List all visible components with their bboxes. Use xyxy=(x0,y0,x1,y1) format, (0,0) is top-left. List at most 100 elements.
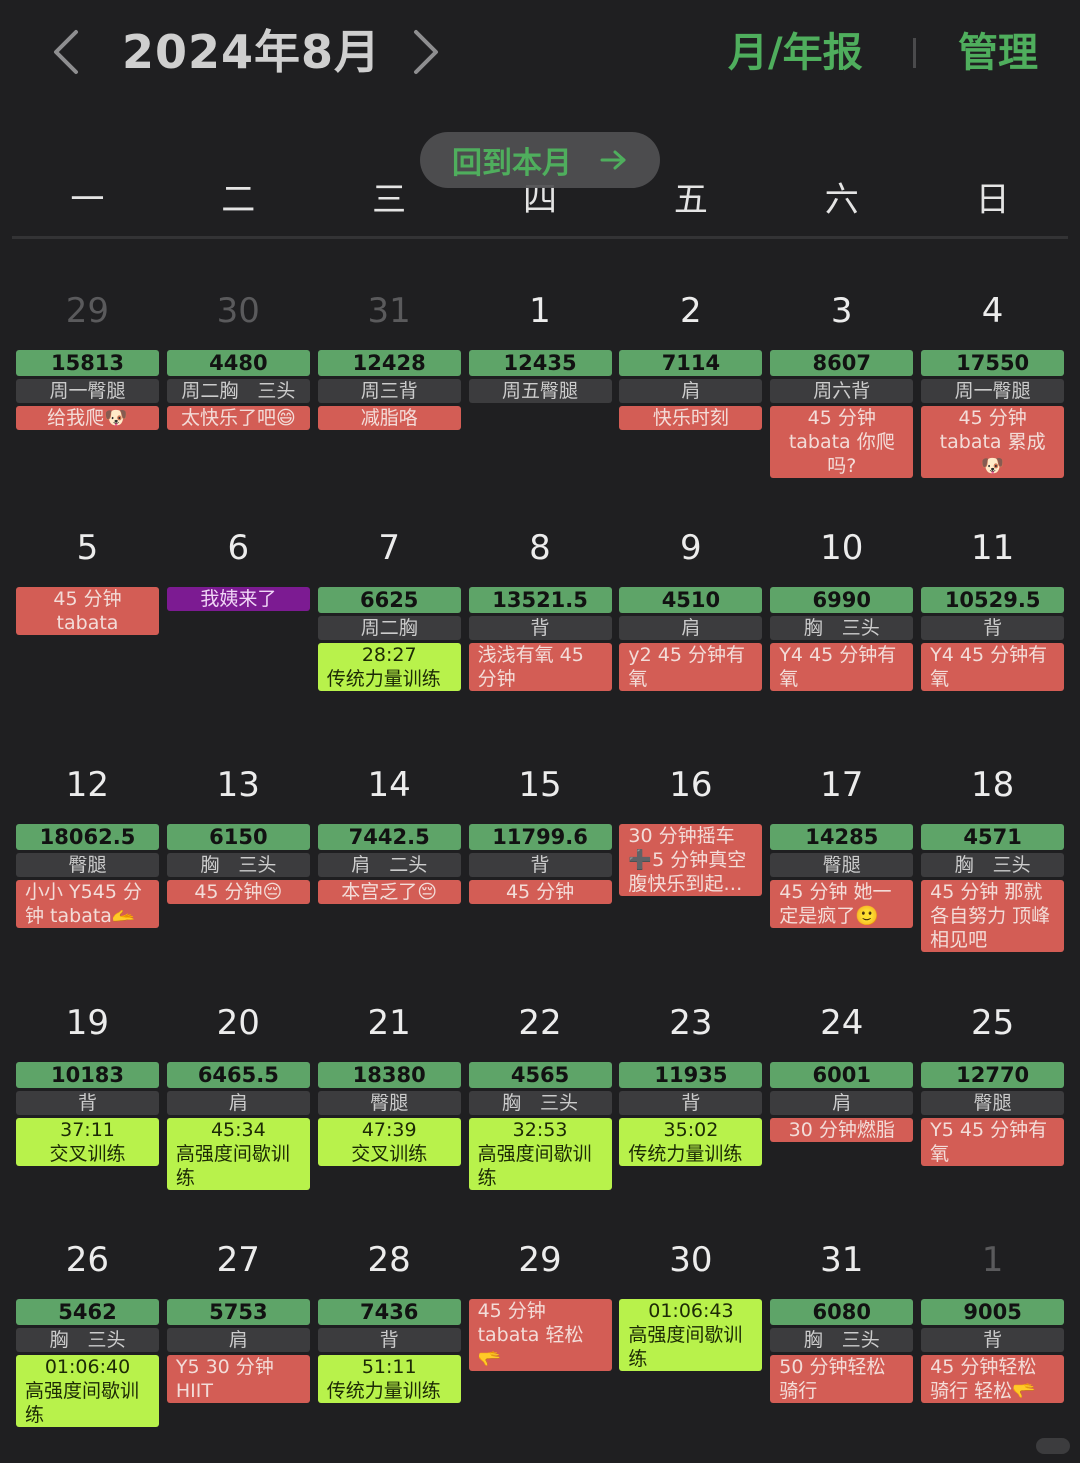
workout-session-bar: 01:06:43 高强度间歇训练 xyxy=(619,1298,763,1371)
step-count-bar: 4565 xyxy=(468,1061,612,1088)
workout-tag: 背 xyxy=(619,1090,763,1115)
day-number: 30 xyxy=(669,1239,713,1280)
session-duration: 47:39 xyxy=(361,1118,417,1141)
previous-month-button[interactable] xyxy=(40,22,90,82)
step-count-bar: 6080 xyxy=(770,1298,914,1325)
day-cell[interactable]: 14 7442.5 肩 二头 本宫乏了😔 xyxy=(314,748,465,985)
day-entries: 17550 周一臀腿 45 分钟 tabata 累成🐶 xyxy=(921,350,1065,478)
day-cell[interactable]: 21 18380 臀腿 47:39 交叉训练 xyxy=(314,986,465,1223)
calendar-header: 2024年8月 月/年报 管理 xyxy=(0,0,1080,110)
day-entries: 6001 肩 30 分钟燃脂 xyxy=(770,1061,914,1142)
day-cell[interactable]: 6 我姨来了 xyxy=(163,511,314,748)
step-count-bar: 13521.5 xyxy=(468,587,612,614)
step-count-bar: 7114 xyxy=(619,350,763,376)
session-duration: 35:02 xyxy=(663,1118,719,1141)
day-cell[interactable]: 29 15813 周一臀腿 给我爬🐶 xyxy=(12,274,163,511)
day-cell[interactable]: 7 6625 周二胸 28:27 传统力量训练 xyxy=(314,511,465,748)
day-cell[interactable]: 19 10183 背 37:11 交叉训练 xyxy=(12,986,163,1223)
day-cell[interactable]: 24 6001 肩 30 分钟燃脂 xyxy=(766,986,917,1223)
header-divider xyxy=(913,38,916,68)
step-count-bar: 11799.6 xyxy=(468,824,612,851)
workout-tag: 臀腿 xyxy=(317,1090,461,1115)
day-number: 23 xyxy=(669,1002,713,1043)
day-number: 25 xyxy=(970,1002,1015,1043)
day-number: 17 xyxy=(820,765,864,806)
session-type: 高强度间歇训练 xyxy=(25,1379,140,1426)
workout-tag: 肩 xyxy=(619,616,763,641)
day-entries: 4510 肩 y2 45 分钟有氧 xyxy=(619,587,763,692)
note-bar: 30 分钟摇车➕5 分钟真空腹快乐到起… xyxy=(619,824,763,897)
day-number: 20 xyxy=(216,1002,260,1043)
note-bar: 45 分钟 tabata xyxy=(16,587,159,636)
workout-session-bar: 51:11 传统力量训练 xyxy=(317,1354,461,1403)
day-cell[interactable]: 20 6465.5 肩 45:34 高强度间歇训练 xyxy=(163,986,314,1223)
session-duration: 01:06:43 xyxy=(648,1299,734,1322)
day-cell[interactable]: 5 45 分钟 tabata xyxy=(12,511,163,748)
day-entries: 11935 背 35:02 传统力量训练 xyxy=(619,1061,763,1166)
day-cell[interactable]: 16 30 分钟摇车➕5 分钟真空腹快乐到起… xyxy=(615,748,766,985)
step-count-bar: 4510 xyxy=(619,587,763,614)
day-cell[interactable]: 8 13521.5 背浅浅有氧 45 分钟 xyxy=(465,511,616,748)
note-bar: 30 分钟燃脂 xyxy=(770,1117,914,1142)
day-number: 16 xyxy=(669,765,713,806)
day-number: 28 xyxy=(367,1239,411,1280)
day-cell[interactable]: 9 4510 肩 y2 45 分钟有氧 xyxy=(615,511,766,748)
day-entries: 01:06:43 高强度间歇训练 xyxy=(619,1298,763,1371)
day-cell[interactable]: 30 01:06:43 高强度间歇训练 xyxy=(615,1223,766,1460)
day-cell[interactable]: 27 5753 肩 Y5 30 分钟 HIIT xyxy=(163,1223,314,1460)
month-year-report-link[interactable]: 月/年报 xyxy=(728,26,863,80)
day-cell[interactable]: 1 12435 周五臀腿 xyxy=(465,274,616,511)
day-cell[interactable]: 3 8607 周六背 45 分钟 tabata 你爬吗? xyxy=(766,274,917,511)
manage-link[interactable]: 管理 xyxy=(958,26,1038,80)
day-cell[interactable]: 15 11799.6 背 45 分钟 xyxy=(465,748,616,985)
step-count-bar: 10529.5 xyxy=(921,587,1065,614)
day-cell[interactable]: 4 17550 周一臀腿 45 分钟 tabata 累成🐶 xyxy=(917,274,1068,511)
workout-tag: 背 xyxy=(921,1327,1065,1352)
session-type: 传统力量训练 xyxy=(628,1142,743,1165)
note-bar: Y5 45 分钟有氧 xyxy=(921,1117,1065,1166)
day-cell[interactable]: 2 7114 肩快乐时刻 xyxy=(615,274,766,511)
step-count-bar: 7436 xyxy=(317,1298,461,1325)
day-number: 14 xyxy=(367,765,411,806)
workout-tag: 肩 xyxy=(166,1327,310,1352)
day-entries: 12428 周三背 减脂咯 xyxy=(317,350,461,430)
step-count-bar: 7442.5 xyxy=(317,824,461,851)
workout-tag: 臀腿 xyxy=(770,853,914,878)
workout-session-bar: 32:53 高强度间歇训练 xyxy=(468,1117,612,1190)
step-count-bar: 6001 xyxy=(770,1061,914,1088)
day-cell[interactable]: 30 4480 周二胸 三头 太快乐了吧😄 xyxy=(163,274,314,511)
chevron-left-icon xyxy=(54,30,78,74)
day-cell[interactable]: 18 4571 胸 三头 45 分钟 那就各自努力 顶峰相见吧 xyxy=(917,748,1068,985)
session-duration: 32:53 xyxy=(512,1118,568,1141)
session-type: 交叉训练 xyxy=(49,1142,126,1165)
next-month-button[interactable] xyxy=(402,22,452,82)
day-cell[interactable]: 26 5462 胸 三头 01:06:40 高强度间歇训练 xyxy=(12,1223,163,1460)
day-cell[interactable]: 31 12428 周三背 减脂咯 xyxy=(314,274,465,511)
day-cell[interactable]: 23 11935 背 35:02 传统力量训练 xyxy=(615,986,766,1223)
day-cell[interactable]: 31 6080 胸 三头 50 分钟轻松骑行 xyxy=(766,1223,917,1460)
back-to-current-month-label: 回到本月 xyxy=(452,146,572,181)
workout-tag: 胸 三头 xyxy=(770,616,914,641)
step-count-bar: 10183 xyxy=(16,1061,159,1088)
weekday-label: 二 xyxy=(221,180,256,220)
day-number: 21 xyxy=(367,1002,411,1043)
day-number: 27 xyxy=(216,1239,260,1280)
day-cell[interactable]: 28 7436 背 51:11 传统力量训练 xyxy=(314,1223,465,1460)
note-bar: 本宫乏了😔 xyxy=(317,880,461,905)
day-cell[interactable]: 25 12770 臀腿 Y5 45 分钟有氧 xyxy=(917,986,1068,1223)
day-cell[interactable]: 13 6150 胸 三头 45 分钟😔 xyxy=(163,748,314,985)
step-count-bar: 11935 xyxy=(619,1061,763,1088)
note-bar: 45 分钟😔 xyxy=(166,880,310,905)
day-cell[interactable]: 17 14285 臀腿 45 分钟 她一定是疯了🙂 xyxy=(766,748,917,985)
day-cell[interactable]: 1 9005 背 45 分钟轻松骑行 轻松🫳 xyxy=(917,1223,1068,1460)
day-cell[interactable]: 29 45 分钟 tabata 轻松🫳 xyxy=(465,1223,616,1460)
day-entries: 我姨来了 xyxy=(166,587,310,612)
note-bar: 减脂咯 xyxy=(317,406,461,430)
day-cell[interactable]: 12 18062.5 臀腿 小小 Y545 分钟 tabata🫴 xyxy=(12,748,163,985)
back-to-current-month-button[interactable]: 回到本月 xyxy=(420,132,660,188)
day-cell[interactable]: 22 4565 胸 三头 32:53 高强度间歇训练 xyxy=(465,986,616,1223)
note-bar: 45 分钟 tabata 轻松🫳 xyxy=(468,1298,612,1371)
day-cell[interactable]: 10 6990 胸 三头 Y4 45 分钟有氧 xyxy=(766,511,917,748)
workout-tag: 胸 三头 xyxy=(166,853,310,878)
day-cell[interactable]: 11 10529.5 背 Y4 45 分钟有氧 xyxy=(917,511,1068,748)
